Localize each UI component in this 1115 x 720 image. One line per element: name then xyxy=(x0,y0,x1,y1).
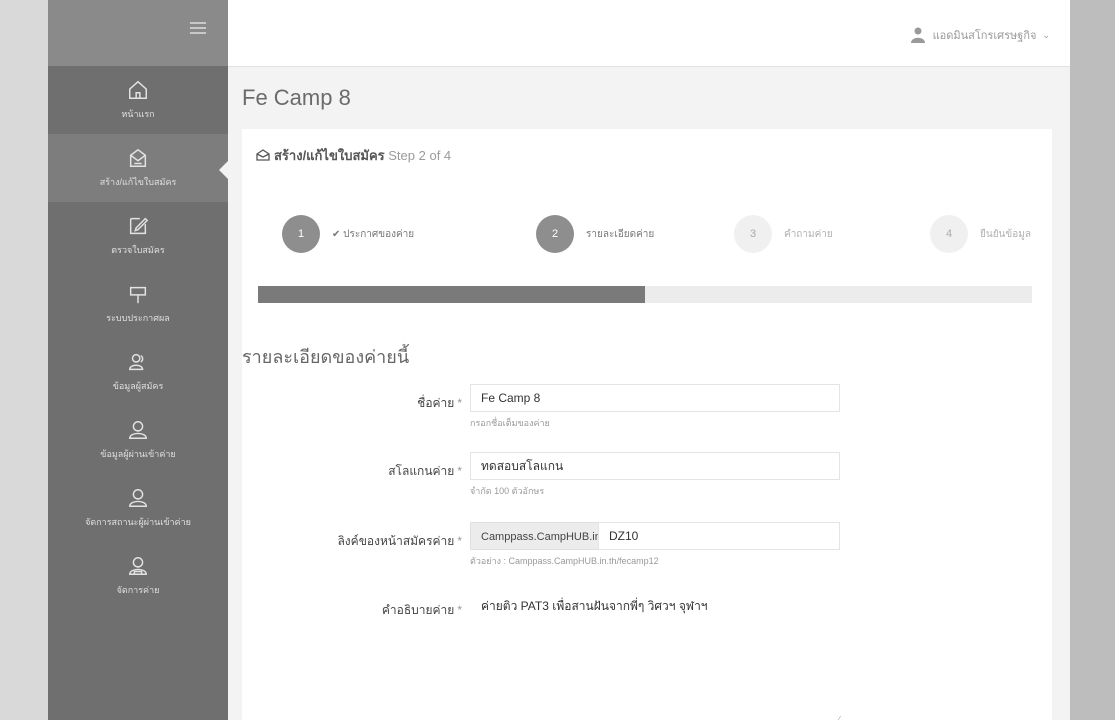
panel-title-text: สร้าง/แก้ไขใบสมัคร xyxy=(274,148,385,163)
sidebar-item-manage-camp[interactable]: จัดการค่าย xyxy=(48,542,228,610)
progress-fill xyxy=(258,286,645,303)
slogan-help: จำกัด 100 ตัวอักษร xyxy=(470,486,545,496)
page-title: Fe Camp 8 xyxy=(242,85,351,110)
sidebar-item-accepted[interactable]: ข้อมูลผู้ผ่านเข้าค่าย xyxy=(48,406,228,474)
link-label-text: ลิงค์ของหน้าสมัครค่าย xyxy=(337,534,455,548)
slogan-label-text: สโลแกนค่าย xyxy=(388,464,455,478)
link-label: ลิงค์ของหน้าสมัครค่าย * xyxy=(337,532,462,551)
sidebar-item-review-applications[interactable]: ตรวจใบสมัคร xyxy=(48,202,228,270)
section-title: รายละเอียดของค่ายนี้ xyxy=(242,347,410,367)
step-label: รายละเอียดค่าย xyxy=(586,228,655,240)
user-menu[interactable]: แอดมินสโกรเศรษฐกิจ ⌄ xyxy=(910,26,1050,44)
edit-icon xyxy=(129,217,149,235)
sidebar-item-label: หน้าแรก xyxy=(121,109,155,119)
sidebar-item-label: ข้อมูลผู้สมัคร xyxy=(112,381,164,391)
camp-name-input[interactable] xyxy=(470,384,840,412)
main-content: Fe Camp 8 สร้าง/แก้ไขใบสมัคร Step 2 of 4… xyxy=(228,67,1070,720)
description-label-text: คำอธิบายค่าย xyxy=(381,603,455,617)
menu-toggle-icon[interactable] xyxy=(190,22,206,34)
sidebar-item-home[interactable]: หน้าแรก xyxy=(48,66,228,134)
step-number: 2 xyxy=(536,215,574,253)
slogan-label: สโลแกนค่าย * xyxy=(388,462,462,481)
users-icon xyxy=(129,353,144,371)
sidebar-item-create-form[interactable]: สร้าง/แก้ไขใบสมัคร xyxy=(48,134,229,202)
link-input[interactable] xyxy=(598,522,840,550)
sidebar: หน้าแรก สร้าง/แก้ไขใบสมัคร ตรวจใบสมัคร ร… xyxy=(48,0,229,720)
description-label: คำอธิบายค่าย * xyxy=(382,601,462,620)
topbar: แอดมินสโกรเศรษฐกิจ ⌄ xyxy=(228,0,1070,67)
sidebar-header xyxy=(48,0,228,66)
user-icon xyxy=(129,421,147,439)
home-icon xyxy=(129,80,147,99)
user-manage-icon xyxy=(129,489,147,507)
outer-margin-left xyxy=(0,0,48,720)
outer-margin-right xyxy=(1070,0,1115,720)
chevron-down-icon: ⌄ xyxy=(1042,29,1050,40)
wizard-step-2[interactable]: 2 รายละเอียดค่าย xyxy=(536,215,654,253)
wizard-step-3[interactable]: 3 คำถามค่าย xyxy=(734,215,833,253)
form-icon xyxy=(129,148,147,167)
camp-name-help: กรอกชื่อเต็มของค่าย xyxy=(470,418,550,428)
description-textarea[interactable]: ค่ายติว PAT3 เพื่อสานฝันจากพี่ๆ วิศวฯ จุ… xyxy=(470,591,840,720)
required-mark: * xyxy=(457,603,462,617)
sidebar-item-manage-accepted[interactable]: จัดการสถานะผู้ผ่านเข้าค่าย xyxy=(48,474,228,542)
step-label: คำถามค่าย xyxy=(784,228,833,240)
step-label: ยืนยันข้อมูล xyxy=(980,228,1031,240)
sidebar-item-announcement[interactable]: ระบบประกาศผล xyxy=(48,270,228,338)
sidebar-item-label: ข้อมูลผู้ผ่านเข้าค่าย xyxy=(100,449,176,459)
wizard-steps: 1 ✔ ประกาศของค่าย 2 รายละเอียดค่าย 3 คำถ… xyxy=(282,215,1032,255)
sidebar-item-applicants[interactable]: ข้อมูลผู้สมัคร xyxy=(48,338,228,406)
sidebar-item-label: ตรวจใบสมัคร xyxy=(111,245,165,255)
avatar-icon xyxy=(910,27,925,43)
panel-title: สร้าง/แก้ไขใบสมัคร Step 2 of 4 xyxy=(256,145,451,166)
step-number: 1 xyxy=(282,215,320,253)
sidebar-item-label: จัดการสถานะผู้ผ่านเข้าค่าย xyxy=(85,517,191,527)
step-number: 3 xyxy=(734,215,772,253)
step-indicator: Step 2 of 4 xyxy=(388,148,452,163)
sidebar-item-label: สร้าง/แก้ไขใบสมัคร xyxy=(99,177,177,187)
user-name: แอดมินสโกรเศรษฐกิจ xyxy=(932,30,1037,42)
app-window: หน้าแรก สร้าง/แก้ไขใบสมัคร ตรวจใบสมัคร ร… xyxy=(48,0,1070,720)
signpost-icon xyxy=(129,286,147,304)
sidebar-item-label: ระบบประกาศผล xyxy=(106,313,170,323)
form-icon xyxy=(256,149,270,161)
resize-handle-icon[interactable]: ∕ xyxy=(838,715,840,720)
wizard-progress-bar xyxy=(258,286,1032,303)
required-mark: * xyxy=(457,396,462,410)
required-mark: * xyxy=(457,464,462,478)
camp-icon xyxy=(129,557,147,575)
form-panel: สร้าง/แก้ไขใบสมัคร Step 2 of 4 1 ✔ ประกา… xyxy=(242,129,1052,720)
sidebar-item-label: จัดการค่าย xyxy=(116,585,160,595)
step-number: 4 xyxy=(930,215,968,253)
step-label: ✔ ประกาศของค่าย xyxy=(332,228,415,240)
camp-name-label: ชื่อค่าย * xyxy=(417,394,462,413)
required-mark: * xyxy=(457,534,462,548)
wizard-step-4[interactable]: 4 ยืนยันข้อมูล xyxy=(930,215,1031,253)
link-help: ตัวอย่าง : Camppass.CampHUB.in.th/fecamp… xyxy=(470,556,659,566)
wizard-step-1[interactable]: 1 ✔ ประกาศของค่าย xyxy=(282,215,414,253)
slogan-input[interactable] xyxy=(470,452,840,480)
camp-name-label-text: ชื่อค่าย xyxy=(417,396,455,410)
